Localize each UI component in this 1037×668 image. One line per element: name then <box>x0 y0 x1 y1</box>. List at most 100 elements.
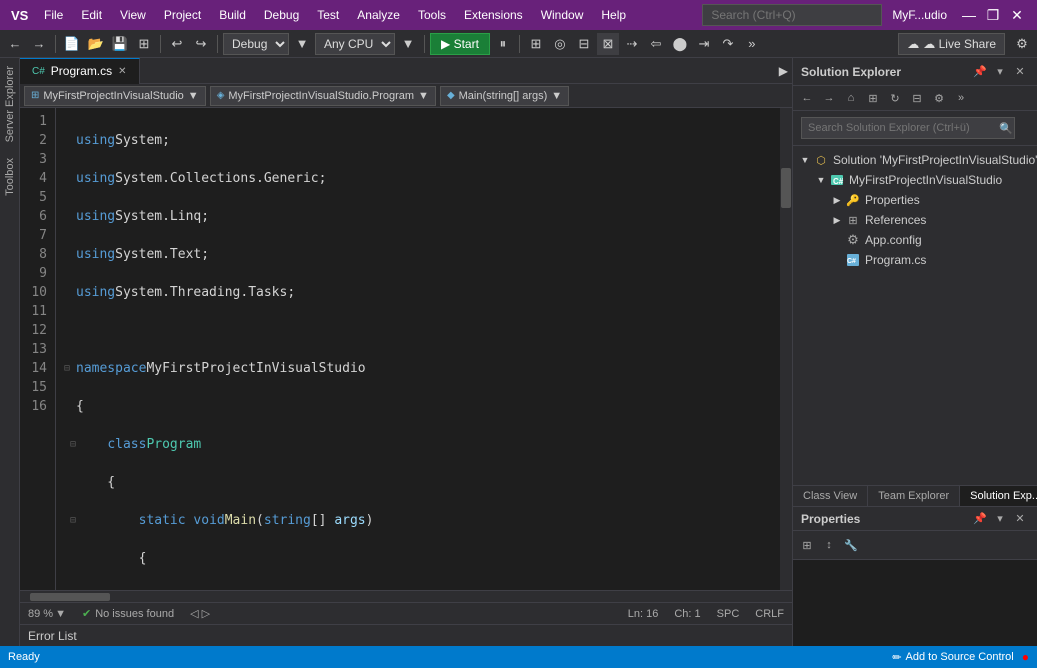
save-button[interactable]: 💾 <box>109 33 131 55</box>
debug-config-arrow[interactable]: ▼ <box>291 33 313 55</box>
references-arrow[interactable]: ▶ <box>829 215 845 226</box>
toolbar-misc5[interactable]: ⇢ <box>621 33 643 55</box>
breakpoint-button[interactable]: ⬤ <box>669 33 691 55</box>
properties-toolbar: ⊞ ↕ 🔧 <box>793 531 1037 560</box>
minimize-button[interactable]: — <box>957 3 981 27</box>
tree-item-solution[interactable]: ▼ ⬡ Solution 'MyFirstProjectInVisualStud… <box>793 150 1037 170</box>
debug-config-dropdown[interactable]: Debug <box>223 33 289 55</box>
se-home-btn[interactable]: ⌂ <box>841 88 861 108</box>
team-explorer-tab[interactable]: Team Explorer <box>868 486 960 506</box>
prop-categorized-btn[interactable]: ⊞ <box>797 535 817 555</box>
menu-debug[interactable]: Debug <box>256 6 307 24</box>
open-button[interactable]: 📂 <box>85 33 107 55</box>
platform-arrow[interactable]: ▼ <box>397 33 419 55</box>
menu-test[interactable]: Test <box>309 6 347 24</box>
toolbar-misc3[interactable]: ⊟ <box>573 33 595 55</box>
project-icon: C# <box>829 172 845 188</box>
toolbar-misc1[interactable]: ⊞ <box>525 33 547 55</box>
se-collapse-btn[interactable]: ⊟ <box>907 88 927 108</box>
back-button[interactable]: ← <box>4 33 26 55</box>
feedback-button[interactable]: ⚙ <box>1011 33 1033 55</box>
prop-pin-button[interactable]: 📌 <box>971 510 989 528</box>
prop-more-button[interactable]: ▾ <box>991 510 1009 528</box>
toolbox-tab[interactable]: Toolbox <box>0 150 19 204</box>
menu-project[interactable]: Project <box>156 6 209 24</box>
server-explorer-tab[interactable]: Server Explorer <box>0 58 19 150</box>
zoom-dropdown[interactable]: 89 % ▼ <box>28 608 66 620</box>
se-settings-btn[interactable]: ⚙ <box>929 88 949 108</box>
solution-arrow[interactable]: ▼ <box>797 155 813 165</box>
se-refresh-btn[interactable]: ↻ <box>885 88 905 108</box>
tab-scroll-button[interactable]: ▶ <box>775 64 792 78</box>
error-indicator[interactable]: ● <box>1022 650 1029 664</box>
tab-close-button[interactable]: ✕ <box>118 66 126 77</box>
tree-item-programcs[interactable]: C# Program.cs <box>793 250 1037 270</box>
nav-dropdown[interactable]: ◁ ▷ <box>190 607 210 620</box>
menu-edit[interactable]: Edit <box>73 6 110 24</box>
breadcrumb-member[interactable]: ◆ Main(string[] args) ▼ <box>440 86 569 106</box>
main-toolbar: ← → 📄 📂 💾 ⊞ ↩ ↪ Debug ▼ Any CPU ▼ ▶ Star… <box>0 30 1037 58</box>
start-button[interactable]: ▶ Start <box>430 33 490 55</box>
step-into-button[interactable]: ↷ <box>717 33 739 55</box>
pin-button[interactable]: 📌 <box>971 63 989 81</box>
se-back-btn[interactable]: ← <box>797 88 817 108</box>
menu-help[interactable]: Help <box>593 6 634 24</box>
title-search-input[interactable] <box>702 4 882 26</box>
scrollbar-thumb[interactable] <box>781 168 791 208</box>
redo-button[interactable]: ↪ <box>190 33 212 55</box>
vertical-scrollbar[interactable] <box>780 108 792 590</box>
panel-controls: 📌 ▾ ✕ <box>971 63 1029 81</box>
undo-button[interactable]: ↩ <box>166 33 188 55</box>
toolbar-more[interactable]: » <box>741 33 763 55</box>
project-arrow[interactable]: ▼ <box>813 175 829 185</box>
tree-item-references[interactable]: ▶ ⊞ References <box>793 210 1037 230</box>
menu-view[interactable]: View <box>112 6 154 24</box>
tree-item-appconfig[interactable]: ⚙ App.config <box>793 230 1037 250</box>
collapse-icon-1[interactable] <box>64 131 76 150</box>
horizontal-scrollbar[interactable] <box>20 590 792 602</box>
restore-button[interactable]: ❐ <box>981 3 1005 27</box>
menu-build[interactable]: Build <box>211 6 254 24</box>
toolbar-misc4[interactable]: ⊠ <box>597 33 619 55</box>
forward-button[interactable]: → <box>28 33 50 55</box>
toolbar-misc6[interactable]: ⇦ <box>645 33 667 55</box>
menu-tools[interactable]: Tools <box>410 6 454 24</box>
tree-item-properties[interactable]: ▶ 🔑 Properties <box>793 190 1037 210</box>
collapse-icon-11[interactable]: ⊟ <box>64 511 76 530</box>
prop-alphabetical-btn[interactable]: ↕ <box>819 535 839 555</box>
menu-window[interactable]: Window <box>533 6 592 24</box>
code-content[interactable]: using System; using System.Collections.G… <box>56 108 780 590</box>
breadcrumb-class[interactable]: ◈ MyFirstProjectInVisualStudio.Program ▼ <box>210 86 436 106</box>
se-more-btn[interactable]: » <box>951 88 971 108</box>
breadcrumb-project[interactable]: ⊞ MyFirstProjectInVisualStudio ▼ <box>24 86 206 106</box>
close-button[interactable]: ✕ <box>1005 3 1029 27</box>
menu-extensions[interactable]: Extensions <box>456 6 531 24</box>
collapse-icon-9[interactable]: ⊟ <box>64 435 76 454</box>
h-scrollbar-thumb[interactable] <box>30 593 110 601</box>
se-search-input[interactable] <box>801 117 1015 139</box>
tree-item-project[interactable]: ▼ C# MyFirstProjectInVisualStudio <box>793 170 1037 190</box>
status-right: Ln: 16 Ch: 1 SPC CRLF <box>628 608 784 620</box>
editor-tab-programcs[interactable]: C# Program.cs ✕ <box>20 58 140 84</box>
prop-close-button[interactable]: ✕ <box>1011 510 1029 528</box>
solution-explorer-tab[interactable]: Solution Exp... <box>960 486 1037 506</box>
toolbar-misc2[interactable]: ◎ <box>549 33 571 55</box>
new-project-button[interactable]: 📄 <box>61 33 83 55</box>
collapse-icon-7[interactable]: ⊟ <box>64 359 76 378</box>
menu-analyze[interactable]: Analyze <box>349 6 408 24</box>
save-all-button[interactable]: ⊞ <box>133 33 155 55</box>
prop-wrench-btn[interactable]: 🔧 <box>841 535 861 555</box>
source-control-button[interactable]: ✏ Add to Source Control <box>892 651 1013 664</box>
panel-more-button[interactable]: ▾ <box>991 63 1009 81</box>
panel-close-button[interactable]: ✕ <box>1011 63 1029 81</box>
liveshare-button[interactable]: ☁ ☁ Live Share <box>898 33 1005 55</box>
se-show-all-btn[interactable]: ⊞ <box>863 88 883 108</box>
se-forward-btn[interactable]: → <box>819 88 839 108</box>
platform-dropdown[interactable]: Any CPU <box>315 33 395 55</box>
error-list-label: Error List <box>28 629 77 643</box>
properties-arrow[interactable]: ▶ <box>829 195 845 206</box>
class-view-tab[interactable]: Class View <box>793 486 868 506</box>
pause-button[interactable]: ⏸ <box>492 33 514 55</box>
step-over-button[interactable]: ⇥ <box>693 33 715 55</box>
menu-file[interactable]: File <box>36 6 71 24</box>
